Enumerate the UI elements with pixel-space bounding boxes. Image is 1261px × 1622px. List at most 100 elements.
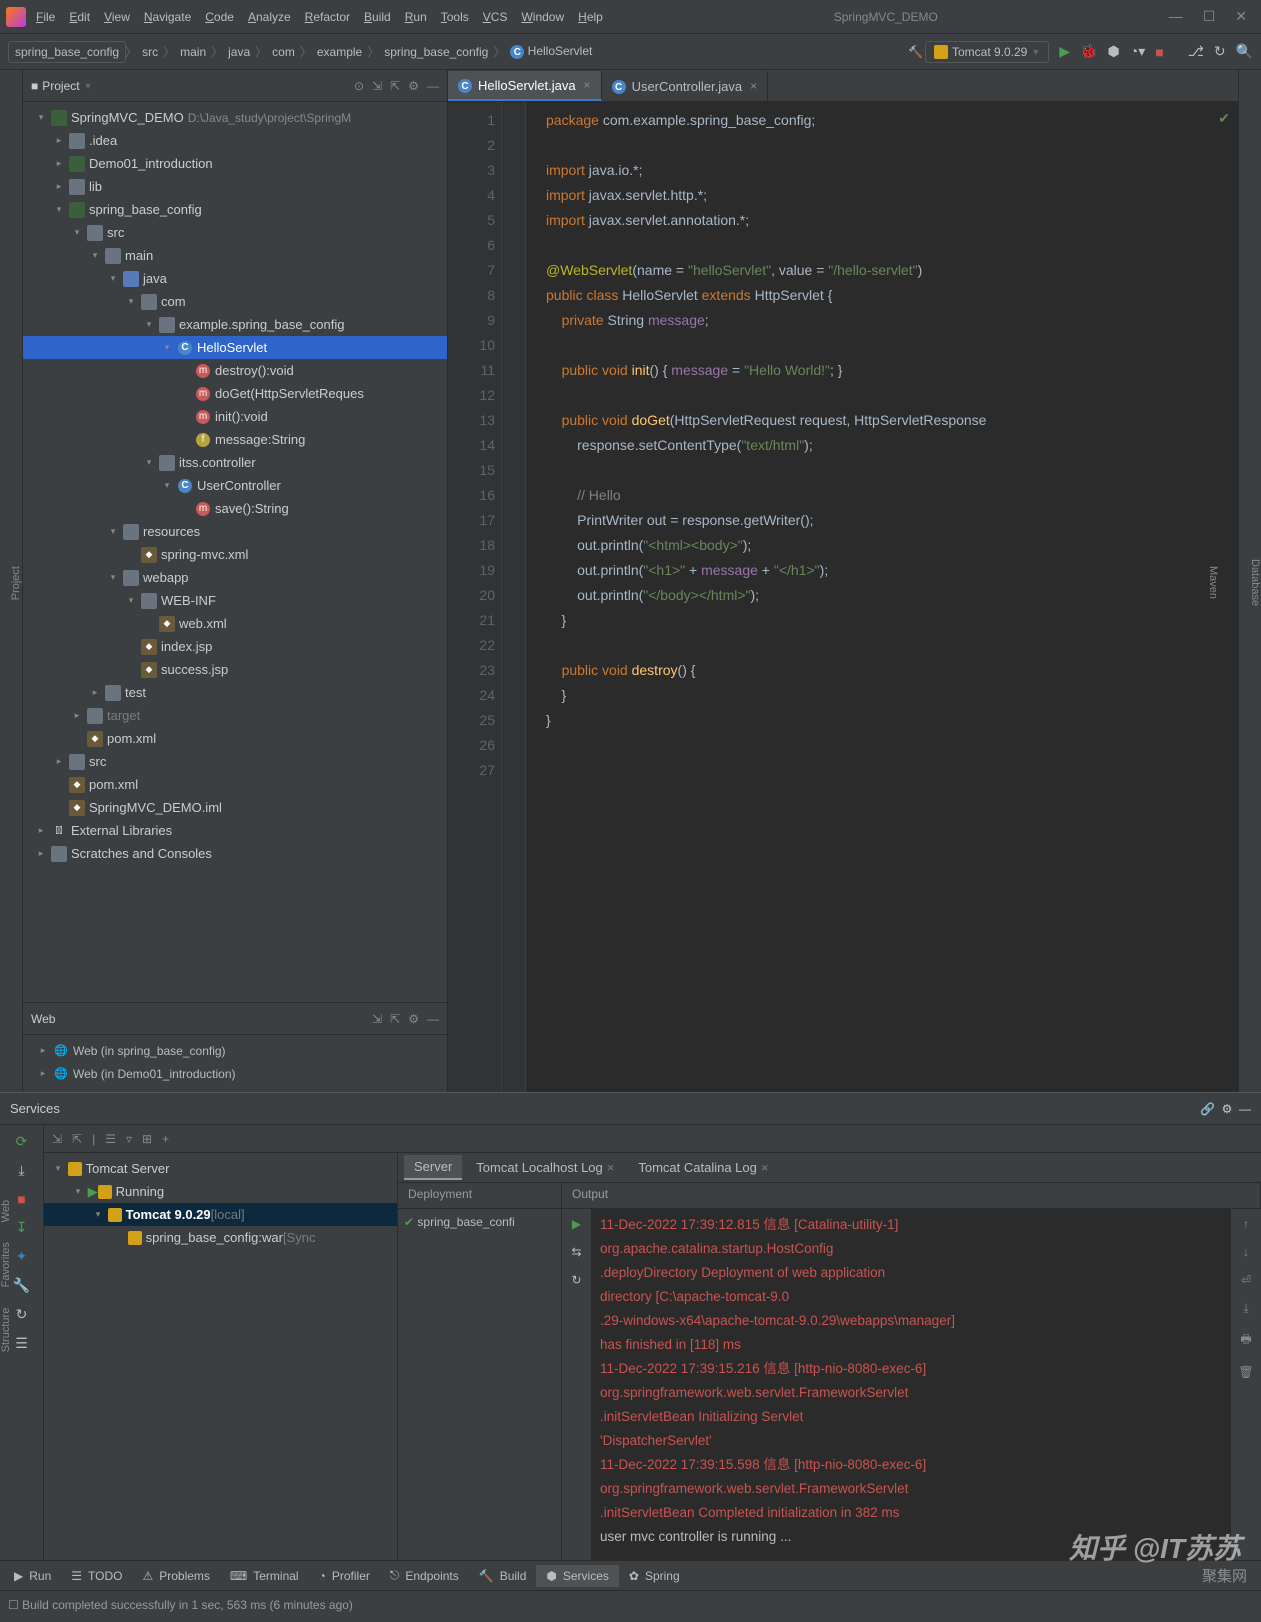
structure-tool-tab[interactable]: Structure [0, 1308, 12, 1353]
web-item[interactable]: ▸🌐Web (in spring_base_config) [23, 1039, 447, 1062]
tree-row[interactable]: ▾HelloServlet [23, 336, 447, 359]
tree-row[interactable]: ▾WEB-INF [23, 589, 447, 612]
deploy-sync-icon[interactable]: ⇆ [571, 1245, 581, 1259]
project-tree[interactable]: ▾SpringMVC_DEMOD:\Java_study\project\Spr… [23, 102, 447, 1002]
debug-icon[interactable]: 🐞 [1080, 43, 1097, 60]
breadcrumb-item[interactable]: spring_base_config [378, 42, 494, 62]
tree-row[interactable]: ◆pom.xml [23, 773, 447, 796]
tree-row[interactable]: ▾java [23, 267, 447, 290]
menu-analyze[interactable]: Analyze [248, 10, 291, 24]
tree-row[interactable]: init():void [23, 405, 447, 428]
inspection-ok-icon[interactable]: ✔ [1218, 110, 1230, 127]
tree-row[interactable]: ▾com [23, 290, 447, 313]
scroll-to-end-icon[interactable]: ⤓ [1243, 1301, 1248, 1316]
profiler-icon[interactable]: ◔▾ [1130, 43, 1145, 60]
menu-edit[interactable]: Edit [69, 10, 90, 24]
services-tree-row[interactable]: ▾ Tomcat Server [44, 1157, 397, 1180]
collapse-icon[interactable]: ⇱ [390, 1012, 400, 1026]
tree-row[interactable]: save():String [23, 497, 447, 520]
tree-row[interactable]: ▾spring_base_config [23, 198, 447, 221]
tree-row[interactable]: doGet(HttpServletReques [23, 382, 447, 405]
output-subtab[interactable]: Output [562, 1183, 1261, 1208]
collapse-icon[interactable]: ⇱ [390, 79, 400, 93]
settings-icon[interactable]: ✦ [16, 1248, 28, 1265]
web-tool-tab[interactable]: Web [0, 1200, 12, 1222]
tree-row[interactable]: ▾UserController [23, 474, 447, 497]
menu-code[interactable]: Code [205, 10, 234, 24]
soft-wrap-icon[interactable]: ⏎ [1241, 1273, 1251, 1287]
refresh-icon[interactable]: ↻ [16, 1306, 28, 1323]
tree-row[interactable]: ▸Scratches and Consoles [23, 842, 447, 865]
tree-row[interactable]: ▾itss.controller [23, 451, 447, 474]
menu-vcs[interactable]: VCS [483, 10, 508, 24]
expand-icon[interactable]: ⇲ [372, 79, 382, 93]
tree-row[interactable]: ◆success.jsp [23, 658, 447, 681]
select-opened-icon[interactable]: ⊙ [354, 79, 364, 93]
tree-row[interactable]: ◆index.jsp [23, 635, 447, 658]
menu-tools[interactable]: Tools [441, 10, 469, 24]
hammer-icon[interactable]: 🔨 [908, 45, 923, 59]
menu-refactor[interactable]: Refactor [305, 10, 350, 24]
wrench-icon[interactable]: 🔧 [13, 1277, 30, 1294]
tree-row[interactable]: ▸test [23, 681, 447, 704]
tree-row[interactable]: ▾webapp [23, 566, 447, 589]
update-app-icon[interactable]: ⤓ [18, 1162, 24, 1179]
tree-row[interactable]: ▸lib [23, 175, 447, 198]
tab-close-icon[interactable]: × [584, 78, 591, 92]
scroll-down-icon[interactable]: ↓ [1243, 1245, 1249, 1259]
menu-view[interactable]: View [104, 10, 130, 24]
deployment-list[interactable]: ✔ spring_base_confi [398, 1209, 562, 1560]
deploy-refresh-icon[interactable]: ↻ [571, 1273, 581, 1287]
hide-icon[interactable]: — [427, 79, 439, 93]
services-tree-row[interactable]: spring_base_config:war [Sync [44, 1226, 397, 1249]
tab-close-icon[interactable]: × [750, 79, 757, 93]
menu-help[interactable]: Help [578, 10, 603, 24]
tree-row[interactable]: ▾resources [23, 520, 447, 543]
stop-icon[interactable]: ■ [17, 1191, 25, 1207]
database-tool-tab[interactable]: Database [1249, 559, 1261, 606]
expand-icon[interactable]: ⇲ [372, 1012, 382, 1026]
tree-row[interactable]: ▸⫾⫾External Libraries [23, 819, 447, 842]
tree-row[interactable]: ▾main [23, 244, 447, 267]
rerun-icon[interactable]: ⟳ [16, 1133, 28, 1150]
tree-row[interactable]: ◆SpringMVC_DEMO.iml [23, 796, 447, 819]
deploy-run-icon[interactable]: ▶ [572, 1217, 581, 1231]
settings-icon[interactable]: ⚙ [408, 79, 419, 93]
update-icon[interactable]: ↻ [1214, 43, 1226, 60]
bottom-tab-services[interactable]: ⬢Services [536, 1565, 619, 1587]
tree-row[interactable]: ▸.idea [23, 129, 447, 152]
tree-row[interactable]: ◆pom.xml [23, 727, 447, 750]
bottom-tab-todo[interactable]: ☰TODO [61, 1565, 132, 1587]
breadcrumb-item[interactable]: example [311, 42, 368, 62]
event-log-icon[interactable]: ☐ [8, 1598, 19, 1612]
menu-navigate[interactable]: Navigate [144, 10, 191, 24]
bottom-tab-run[interactable]: ▶Run [4, 1565, 61, 1587]
coverage-icon[interactable]: ⬢ [1108, 43, 1120, 60]
menu-file[interactable]: File [36, 10, 55, 24]
editor-tab[interactable]: UserController.java× [602, 71, 769, 101]
services-tab[interactable]: Tomcat Localhost Log × [466, 1156, 624, 1179]
git-icon[interactable]: ⎇ [1188, 43, 1204, 60]
tab-close-icon[interactable]: × [607, 1160, 615, 1175]
tree-row[interactable]: ◆spring-mvc.xml [23, 543, 447, 566]
tab-close-icon[interactable]: × [761, 1160, 769, 1175]
tree-row[interactable]: ▾SpringMVC_DEMOD:\Java_study\project\Spr… [23, 106, 447, 129]
tree-row[interactable]: ◆web.xml [23, 612, 447, 635]
bottom-tab-terminal[interactable]: ⌨Terminal [220, 1565, 309, 1587]
favorites-tool-tab[interactable]: Favorites [0, 1242, 12, 1287]
settings-icon[interactable]: ⚙ [1222, 1102, 1233, 1116]
group-icon[interactable]: ☰ [105, 1132, 116, 1146]
tree-row[interactable]: ▾src [23, 221, 447, 244]
link-icon[interactable]: 🔗 [1200, 1102, 1215, 1116]
maximize-icon[interactable]: ☐ [1203, 8, 1216, 25]
hide-icon[interactable]: — [1239, 1102, 1251, 1116]
deploy-icon[interactable]: ↧ [16, 1219, 28, 1236]
collapse-icon[interactable]: ⇱ [72, 1132, 82, 1146]
run-config-selector[interactable]: Tomcat 9.0.29 ▼ [925, 41, 1049, 63]
search-icon[interactable]: 🔍 [1236, 43, 1253, 60]
tree-row[interactable]: ▸target [23, 704, 447, 727]
breadcrumb-item[interactable]: java [222, 42, 256, 62]
settings-icon[interactable]: ⚙ [408, 1012, 419, 1026]
more-icon[interactable]: ☰ [15, 1335, 28, 1352]
breadcrumb-item[interactable]: main [174, 42, 212, 62]
